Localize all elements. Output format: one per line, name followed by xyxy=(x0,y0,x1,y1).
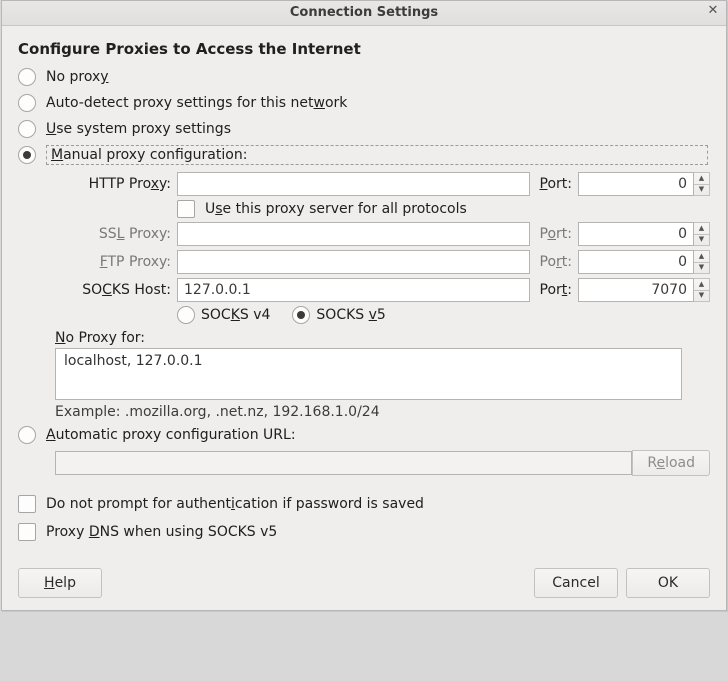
no-proxy-for-label: No Proxy for: xyxy=(55,330,710,346)
help-button[interactable]: Help xyxy=(18,568,102,598)
socks-host-row: SOCKS Host: Port: ▲▼ xyxy=(55,278,710,302)
noprompt-auth-label: Do not prompt for authentication if pass… xyxy=(46,496,424,512)
radio-system-proxy-label: Use system proxy settings xyxy=(46,121,710,137)
ftp-port-stepper[interactable]: ▲▼ xyxy=(694,250,710,274)
radio-icon xyxy=(18,68,36,86)
checkbox-icon xyxy=(18,523,36,541)
radio-socks-v4[interactable] xyxy=(177,306,195,324)
radio-auto-detect[interactable]: Auto-detect proxy settings for this netw… xyxy=(18,90,710,116)
step-down-icon[interactable]: ▼ xyxy=(694,263,709,274)
footer-right-buttons: Cancel OK xyxy=(534,568,710,598)
step-up-icon[interactable]: ▲ xyxy=(694,251,709,263)
dialog-content: Configure Proxies to Access the Internet… xyxy=(2,26,726,610)
socks-host-label: SOCKS Host: xyxy=(55,282,177,298)
checkbox-icon xyxy=(177,200,195,218)
radio-manual-proxy-label: Manual proxy configuration: xyxy=(46,145,708,165)
no-proxy-example: Example: .mozilla.org, .net.nz, 192.168.… xyxy=(55,404,710,420)
radio-system-proxy[interactable]: Use system proxy settings xyxy=(18,116,710,142)
ok-button[interactable]: OK xyxy=(626,568,710,598)
ssl-proxy-input[interactable] xyxy=(177,222,530,246)
radio-icon xyxy=(18,94,36,112)
checkbox-icon xyxy=(18,495,36,513)
http-proxy-input[interactable] xyxy=(177,172,530,196)
ftp-port-input[interactable] xyxy=(578,250,694,274)
checkbox-proxy-dns[interactable]: Proxy DNS when using SOCKS v5 xyxy=(18,518,710,546)
ssl-port-stepper[interactable]: ▲▼ xyxy=(694,222,710,246)
step-down-icon[interactable]: ▼ xyxy=(694,235,709,246)
ssl-port-label: Port: xyxy=(540,226,573,242)
ftp-proxy-input[interactable] xyxy=(177,250,530,274)
dialog-window: Connection Settings ✕ Configure Proxies … xyxy=(1,0,727,611)
step-up-icon[interactable]: ▲ xyxy=(694,223,709,235)
cancel-button[interactable]: Cancel xyxy=(534,568,618,598)
socks-v4-label: SOCKS v4 xyxy=(201,307,270,323)
step-up-icon[interactable]: ▲ xyxy=(694,173,709,185)
ssl-proxy-row: SSL Proxy: Port: ▲▼ xyxy=(55,222,710,246)
use-for-all-label: Use this proxy server for all protocols xyxy=(205,201,467,217)
no-proxy-textarea[interactable] xyxy=(55,348,682,400)
ftp-proxy-row: FTP Proxy: Port: ▲▼ xyxy=(55,250,710,274)
http-port-label: Port: xyxy=(540,176,572,192)
socks-version-row: SOCKS v4 SOCKS v5 xyxy=(177,306,710,324)
use-for-all-row[interactable]: Use this proxy server for all protocols xyxy=(177,200,710,218)
radio-no-proxy[interactable]: No proxy xyxy=(18,64,710,90)
radio-socks-v5[interactable] xyxy=(292,306,310,324)
radio-icon xyxy=(18,120,36,138)
socks-port-label: Port: xyxy=(540,282,572,298)
radio-manual-proxy[interactable]: Manual proxy configuration: xyxy=(18,142,710,168)
socks-port-stepper[interactable]: ▲▼ xyxy=(694,278,710,302)
auto-config-row: Reload xyxy=(55,450,710,476)
radio-auto-config-url-label: Automatic proxy configuration URL: xyxy=(46,427,710,443)
step-down-icon[interactable]: ▼ xyxy=(694,185,709,196)
auto-config-url-input xyxy=(55,451,632,475)
radio-auto-detect-label: Auto-detect proxy settings for this netw… xyxy=(46,95,710,111)
radio-no-proxy-label: No proxy xyxy=(46,69,710,85)
ssl-proxy-label: SSL Proxy: xyxy=(55,226,177,242)
socks-host-input[interactable] xyxy=(177,278,530,302)
http-proxy-row: HTTP Proxy: Port: ▲▼ xyxy=(55,172,710,196)
bottom-options: Do not prompt for authentication if pass… xyxy=(18,490,710,546)
manual-proxy-grid: HTTP Proxy: Port: ▲▼ Use this proxy serv… xyxy=(55,172,710,420)
window-title: Connection Settings xyxy=(290,5,438,20)
socks-port-input[interactable] xyxy=(578,278,694,302)
close-icon[interactable]: ✕ xyxy=(706,4,720,18)
ftp-port-label: Port: xyxy=(540,254,573,270)
socks-v5-label: SOCKS v5 xyxy=(316,307,385,323)
proxy-dns-label: Proxy DNS when using SOCKS v5 xyxy=(46,524,277,540)
ssl-port-input[interactable] xyxy=(578,222,694,246)
step-down-icon[interactable]: ▼ xyxy=(694,291,709,302)
dialog-footer: Help Cancel OK xyxy=(18,568,710,598)
title-bar: Connection Settings ✕ xyxy=(2,1,726,26)
reload-button: Reload xyxy=(632,450,710,476)
step-up-icon[interactable]: ▲ xyxy=(694,279,709,291)
http-port-stepper[interactable]: ▲▼ xyxy=(694,172,710,196)
http-port-input[interactable] xyxy=(578,172,694,196)
ftp-proxy-label: FTP Proxy: xyxy=(55,254,177,270)
section-heading: Configure Proxies to Access the Internet xyxy=(18,40,710,58)
radio-icon xyxy=(18,426,36,444)
radio-icon xyxy=(18,146,36,164)
checkbox-noprompt-auth[interactable]: Do not prompt for authentication if pass… xyxy=(18,490,710,518)
http-proxy-label: HTTP Proxy: xyxy=(55,176,177,192)
radio-auto-config-url[interactable]: Automatic proxy configuration URL: xyxy=(18,422,710,448)
